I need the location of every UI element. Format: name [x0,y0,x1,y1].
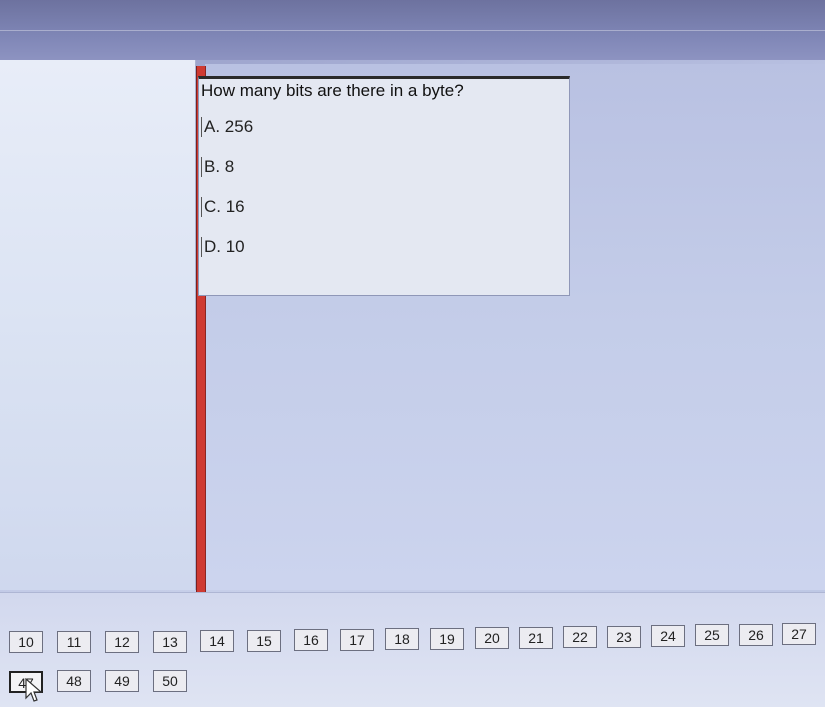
question-button-19[interactable]: 19 [430,628,464,650]
question-button-50[interactable]: 50 [153,670,187,692]
question-button-23[interactable]: 23 [607,626,641,648]
question-button-18[interactable]: 18 [385,628,419,650]
question-button-24[interactable]: 24 [651,625,685,647]
question-button-16[interactable]: 16 [294,629,328,651]
question-button-10[interactable]: 10 [9,631,43,653]
question-button-13[interactable]: 13 [153,631,187,653]
question-button-14[interactable]: 14 [200,630,234,652]
option-d[interactable]: D. 10 [201,237,245,257]
question-button-20[interactable]: 20 [475,627,509,649]
question-button-12[interactable]: 12 [105,631,139,653]
question-button-15[interactable]: 15 [247,630,281,652]
top-divider-line [0,30,825,31]
mouse-cursor-icon [25,678,43,702]
option-a[interactable]: A. 256 [201,117,253,137]
question-button-22[interactable]: 22 [563,626,597,648]
question-panel: How many bits are there in a byte? A. 25… [198,76,570,296]
question-button-48[interactable]: 48 [57,670,91,692]
question-button-26[interactable]: 26 [739,624,773,646]
question-button-21[interactable]: 21 [519,627,553,649]
question-button-17[interactable]: 17 [340,629,374,651]
question-button-25[interactable]: 25 [695,624,729,646]
question-button-27[interactable]: 27 [782,623,816,645]
left-panel [0,60,196,590]
question-text: How many bits are there in a byte? [201,81,464,100]
option-c[interactable]: C. 16 [201,197,245,217]
option-b[interactable]: B. 8 [201,157,234,177]
question-button-49[interactable]: 49 [105,670,139,692]
question-button-11[interactable]: 11 [57,631,91,653]
